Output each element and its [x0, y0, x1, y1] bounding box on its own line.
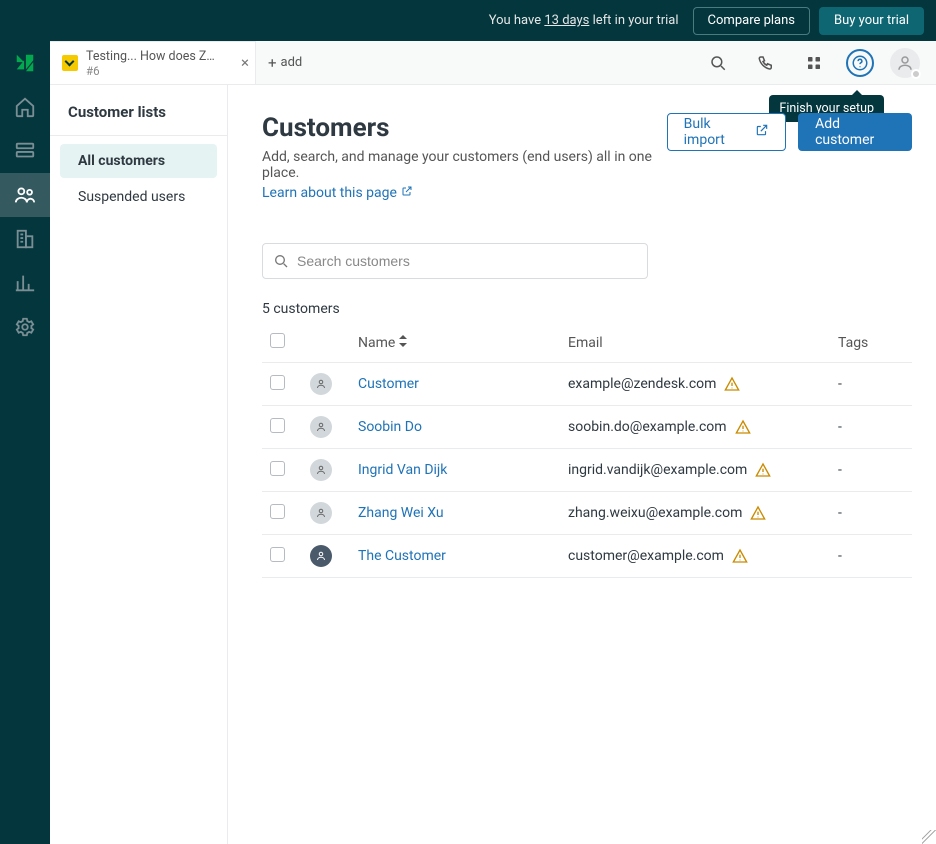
nav-admin-icon[interactable] — [0, 305, 50, 349]
column-header-email[interactable]: Email — [560, 323, 830, 363]
warning-icon — [732, 548, 748, 564]
nav-reporting-icon[interactable] — [0, 261, 50, 305]
customer-name-link[interactable]: Zhang Wei Xu — [358, 505, 444, 521]
search-icon — [273, 253, 289, 269]
trial-days[interactable]: 13 days — [544, 13, 589, 28]
tab-title: Testing... How does Z... — [86, 49, 216, 64]
table-row: Ingrid Van Dijk ingrid.vandijk@example.co… — [262, 449, 912, 492]
table-row: The Customer customer@example.com - — [262, 535, 912, 578]
customer-email: soobin.do@example.com — [568, 419, 727, 435]
customer-avatar — [310, 459, 332, 481]
row-checkbox[interactable] — [270, 504, 285, 519]
brand-logo-icon[interactable] — [0, 41, 50, 85]
nav-organizations-icon[interactable] — [0, 217, 50, 261]
nav-views-icon[interactable] — [0, 129, 50, 173]
warning-icon — [750, 505, 766, 521]
customer-name-link[interactable]: Soobin Do — [358, 419, 422, 435]
result-count: 5 customers — [262, 301, 912, 317]
bulk-import-button[interactable]: Bulk import — [667, 113, 786, 151]
customer-tags: - — [830, 492, 912, 535]
help-icon[interactable] — [846, 49, 874, 77]
status-dot-icon — [911, 69, 921, 79]
content-area: Customers Add, search, and manage your c… — [228, 85, 936, 844]
row-checkbox[interactable] — [270, 547, 285, 562]
side-panel-title: Customer lists — [50, 103, 227, 135]
close-icon[interactable]: × — [241, 56, 249, 71]
customer-avatar — [310, 373, 332, 395]
customer-email: zhang.weixu@example.com — [568, 505, 742, 521]
column-header-name[interactable]: Name — [350, 323, 560, 363]
tab-subtitle: #6 — [86, 64, 216, 78]
customers-table: Name Email Tags Customer example@zendesk.… — [262, 323, 912, 578]
tab-ticket[interactable]: Testing... How does Z... #6 × — [50, 41, 256, 84]
external-link-icon — [401, 185, 413, 201]
user-avatar[interactable] — [890, 48, 920, 78]
search-input[interactable] — [297, 253, 637, 269]
customer-name-link[interactable]: Customer — [358, 376, 419, 392]
add-customer-button[interactable]: Add customer — [798, 113, 912, 151]
nav-rail — [0, 41, 50, 844]
divider — [50, 135, 227, 136]
table-row: Customer example@zendesk.com - — [262, 363, 912, 406]
column-header-tags[interactable]: Tags — [830, 323, 912, 363]
customer-email: example@zendesk.com — [568, 376, 716, 392]
compare-plans-button[interactable]: Compare plans — [693, 7, 810, 35]
warning-icon — [735, 419, 751, 435]
trial-message: You have 13 days left in your trial — [489, 13, 679, 28]
side-panel: Customer lists All customersSuspended us… — [50, 85, 228, 844]
plus-icon: + — [268, 54, 277, 72]
search-icon[interactable] — [702, 47, 734, 79]
page-subtitle: Add, search, and manage your customers (… — [262, 149, 667, 181]
nav-home-icon[interactable] — [0, 85, 50, 129]
ticket-icon — [62, 55, 78, 71]
customer-avatar — [310, 502, 332, 524]
trial-banner: You have 13 days left in your trial Comp… — [0, 0, 936, 41]
customer-tags: - — [830, 535, 912, 578]
customer-avatar — [310, 545, 332, 567]
sidebar-item-suspended-users[interactable]: Suspended users — [60, 180, 217, 214]
customer-tags: - — [830, 363, 912, 406]
buy-trial-button[interactable]: Buy your trial — [819, 7, 924, 35]
customer-tags: - — [830, 449, 912, 492]
learn-more-label: Learn about this page — [262, 185, 397, 201]
warning-icon — [724, 376, 740, 392]
row-checkbox[interactable] — [270, 418, 285, 433]
customer-avatar — [310, 416, 332, 438]
tab-bar: Testing... How does Z... #6 × + add — [50, 41, 936, 85]
trial-suffix: left in your trial — [589, 13, 678, 28]
apps-icon[interactable] — [798, 47, 830, 79]
learn-more-link[interactable]: Learn about this page — [262, 185, 413, 201]
add-tab-label: add — [281, 55, 303, 70]
warning-icon — [755, 462, 771, 478]
external-link-icon — [755, 123, 769, 141]
phone-icon[interactable] — [750, 47, 782, 79]
sidebar-item-all-customers[interactable]: All customers — [60, 144, 217, 178]
search-field-wrapper[interactable] — [262, 243, 648, 279]
customer-email: customer@example.com — [568, 548, 724, 564]
row-checkbox[interactable] — [270, 461, 285, 476]
trial-prefix: You have — [489, 13, 545, 28]
sort-icon — [399, 335, 409, 347]
table-row: Soobin Do soobin.do@example.com - — [262, 406, 912, 449]
customer-email: ingrid.vandijk@example.com — [568, 462, 747, 478]
select-all-checkbox[interactable] — [270, 333, 285, 348]
customer-name-link[interactable]: The Customer — [358, 548, 446, 564]
add-tab-button[interactable]: + add — [256, 41, 300, 84]
customer-name-link[interactable]: Ingrid Van Dijk — [358, 462, 447, 478]
bulk-import-label: Bulk import — [684, 116, 747, 148]
table-row: Zhang Wei Xu zhang.weixu@example.com - — [262, 492, 912, 535]
resize-handle-icon — [922, 830, 936, 844]
customer-tags: - — [830, 406, 912, 449]
row-checkbox[interactable] — [270, 375, 285, 390]
page-title: Customers — [262, 113, 667, 143]
nav-customers-icon[interactable] — [0, 173, 50, 217]
